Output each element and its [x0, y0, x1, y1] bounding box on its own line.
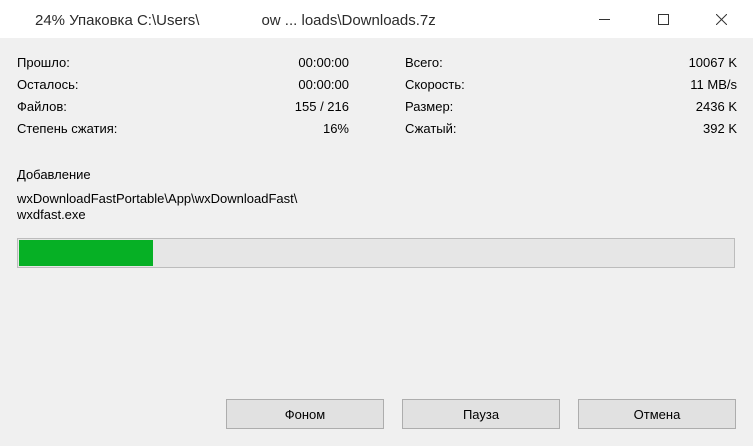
remaining-label: Осталось:: [17, 77, 79, 92]
window-title-left: 24% Упаковка C:\Users\: [35, 12, 200, 29]
compression-ratio-label: Степень сжатия:: [17, 121, 118, 136]
compressed-label: Сжатый:: [405, 121, 457, 136]
maximize-button[interactable]: [640, 0, 686, 38]
compression-ratio-value: 16%: [322, 121, 349, 136]
progress-bar: [17, 238, 735, 268]
speed-value: 11 MB/s: [690, 77, 737, 92]
cancel-button[interactable]: Отмена: [578, 399, 736, 429]
current-file-path: wxDownloadFastPortable\App\wxDownloadFas…: [17, 191, 298, 206]
files-value: 155 / 216: [294, 99, 349, 114]
files-label: Файлов:: [17, 99, 67, 114]
progress-bar-fill: [19, 240, 153, 266]
background-button[interactable]: Фоном: [226, 399, 384, 429]
maximize-icon: [657, 13, 669, 25]
minimize-button[interactable]: [581, 0, 627, 38]
total-label: Всего:: [405, 55, 443, 70]
minimize-icon: [598, 14, 610, 25]
elapsed-value: 00:00:00: [298, 55, 349, 70]
redacted-username: [203, 10, 258, 28]
current-file-name: wxdfast.exe: [17, 207, 86, 222]
pause-button[interactable]: Пауза: [402, 399, 560, 429]
speed-label: Скорость:: [405, 77, 465, 92]
title-bar: 24% Упаковка C:\Users\ ow ... loads\Downl…: [0, 0, 753, 38]
close-button[interactable]: [698, 0, 744, 38]
compressed-value: 392 K: [703, 121, 737, 136]
total-value: 10067 K: [688, 55, 737, 70]
close-icon: [715, 13, 727, 25]
remaining-value: 00:00:00: [298, 77, 349, 92]
size-label: Размер:: [405, 99, 454, 114]
window-title: 24% Упаковка C:\Users\ ow ... loads\Downl…: [35, 10, 436, 29]
size-value: 2436 K: [695, 99, 737, 114]
elapsed-label: Прошло:: [17, 55, 70, 70]
current-action-label: Добавление: [17, 167, 91, 182]
window-title-right: ow ... loads\Downloads.7z: [261, 12, 436, 29]
